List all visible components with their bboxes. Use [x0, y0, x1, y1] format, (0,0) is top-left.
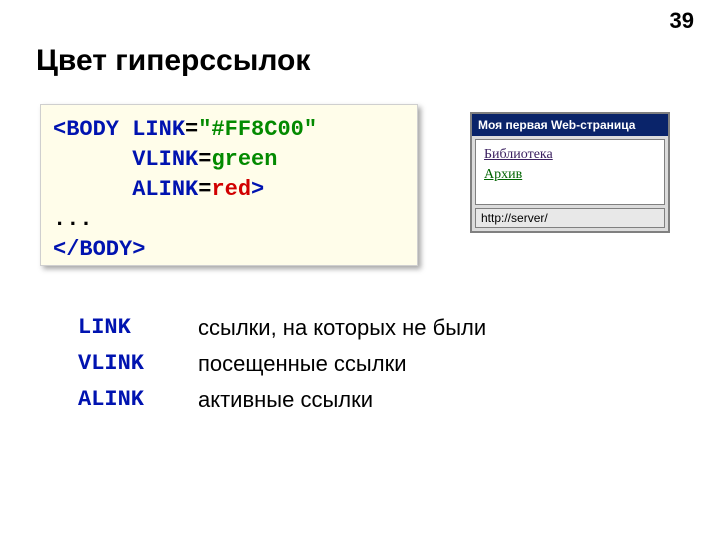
term-vlink: VLINK: [78, 346, 198, 382]
term-alink: ALINK: [78, 382, 198, 418]
code-token: =: [198, 177, 211, 202]
code-token: [53, 147, 132, 172]
browser-statusbar: http://server/: [475, 208, 665, 228]
definition-row: ALINK активные ссылки: [78, 382, 486, 418]
definition-row: VLINK посещенные ссылки: [78, 346, 486, 382]
definitions: LINK ссылки, на которых не были VLINK по…: [78, 310, 486, 418]
code-token: ...: [53, 207, 93, 232]
browser-mock: Моя первая Web-страница Библиотека Архив…: [470, 112, 670, 233]
code-token: =: [198, 147, 211, 172]
browser-viewport: Библиотека Архив: [475, 139, 665, 205]
desc-link: ссылки, на которых не были: [198, 310, 486, 346]
code-token: <BODY LINK: [53, 117, 185, 142]
definition-row: LINK ссылки, на которых не были: [78, 310, 486, 346]
page-number: 39: [670, 8, 694, 34]
code-block: <BODY LINK="#FF8C00" VLINK=green ALINK=r…: [40, 104, 418, 266]
code-token: "#FF8C00": [198, 117, 317, 142]
code-token: [53, 177, 132, 202]
code-token: </BODY>: [53, 237, 145, 262]
code-token: ALINK: [132, 177, 198, 202]
browser-titlebar: Моя первая Web-страница: [472, 114, 668, 136]
code-token: VLINK: [132, 147, 198, 172]
code-token: green: [211, 147, 277, 172]
term-link: LINK: [78, 310, 198, 346]
desc-vlink: посещенные ссылки: [198, 346, 407, 382]
sample-link-unvisited: Библиотека: [484, 145, 656, 165]
code-token: >: [251, 177, 264, 202]
sample-link-visited: Архив: [484, 165, 656, 185]
code-token: red: [211, 177, 251, 202]
code-token: =: [185, 117, 198, 142]
page-title: Цвет гиперссылок: [36, 44, 310, 78]
desc-alink: активные ссылки: [198, 382, 373, 418]
